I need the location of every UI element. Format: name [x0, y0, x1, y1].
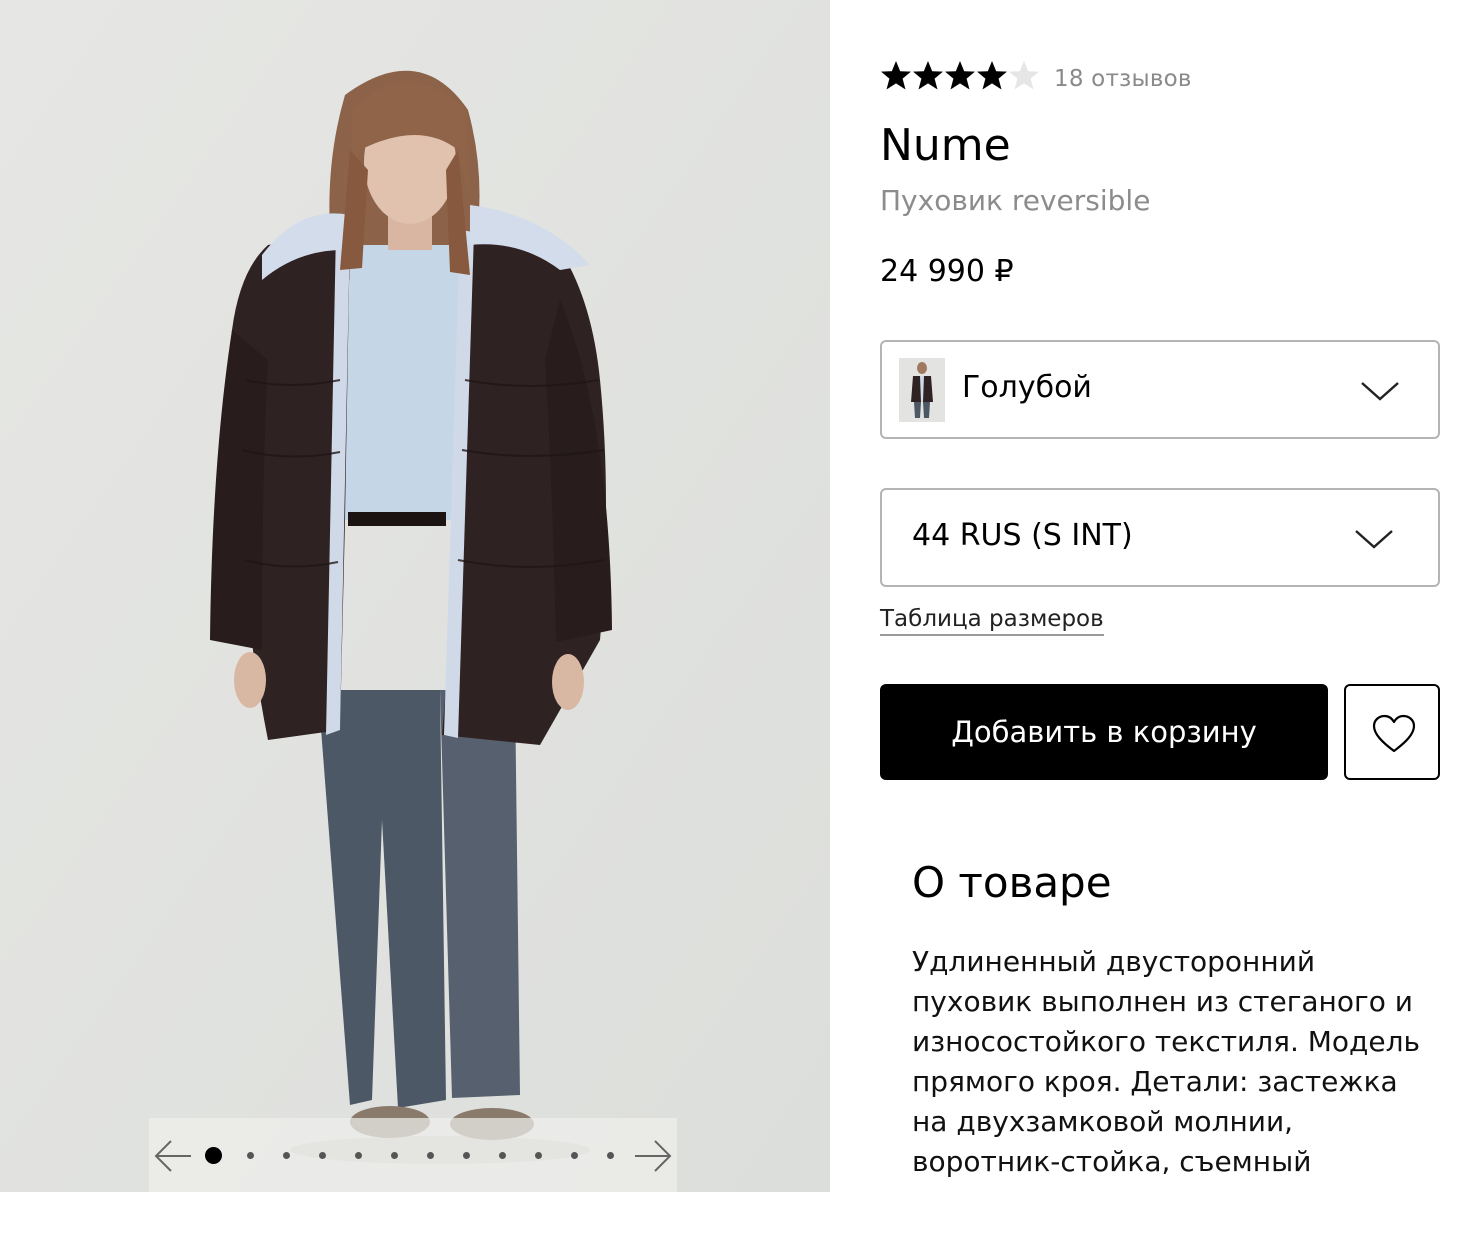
- color-select[interactable]: Голубой: [880, 340, 1440, 439]
- about-section-title: О товаре: [912, 858, 1112, 907]
- gallery-dot[interactable]: [427, 1152, 434, 1159]
- product-rating[interactable]: 18 отзывов: [880, 58, 1300, 98]
- color-select-value: Голубой: [962, 370, 1092, 405]
- gallery-dot-active[interactable]: [205, 1147, 222, 1164]
- product-photo: [0, 0, 830, 1192]
- size-table-link[interactable]: Таблица размеров: [880, 606, 1104, 636]
- star-filled-icon: [977, 61, 1007, 90]
- product-name: Пуховик reversible: [880, 184, 1151, 217]
- chevron-down-icon: [1361, 382, 1399, 401]
- reviews-count[interactable]: 18 отзывов: [1054, 66, 1192, 92]
- gallery-dot[interactable]: [607, 1152, 614, 1159]
- star-empty-icon: [1009, 61, 1039, 90]
- chevron-down-icon: [1355, 530, 1393, 549]
- star-filled-icon: [913, 61, 943, 90]
- heart-icon: [1372, 714, 1416, 753]
- about-description: Удлиненный двусторонний пуховик выполнен…: [912, 945, 1421, 1178]
- size-select-value: 44 RUS (S INT): [912, 518, 1133, 553]
- add-to-cart-button[interactable]: Добавить в корзину: [880, 684, 1328, 780]
- add-to-favorites-button[interactable]: [1344, 684, 1440, 780]
- gallery-dot[interactable]: [535, 1152, 542, 1159]
- gallery-dot[interactable]: [319, 1152, 326, 1159]
- star-filled-icon: [881, 61, 911, 90]
- gallery-dot[interactable]: [499, 1152, 506, 1159]
- arrow-left-icon[interactable]: [153, 1138, 193, 1174]
- gallery-slider: [149, 1118, 677, 1192]
- gallery-dot[interactable]: [355, 1152, 362, 1159]
- gallery-dot[interactable]: [283, 1152, 290, 1159]
- product-gallery: [0, 0, 830, 1192]
- about-section: Удлиненный двусторонний пуховик выполнен…: [912, 942, 1422, 1192]
- color-swatch-thumbnail: [899, 358, 945, 422]
- size-select[interactable]: 44 RUS (S INT): [880, 488, 1440, 587]
- gallery-dot[interactable]: [571, 1152, 578, 1159]
- star-filled-icon: [945, 61, 975, 90]
- gallery-dot[interactable]: [463, 1152, 470, 1159]
- product-brand: Nume: [880, 120, 1011, 171]
- gallery-dot[interactable]: [391, 1152, 398, 1159]
- arrow-right-icon[interactable]: [633, 1138, 673, 1174]
- gallery-dot[interactable]: [247, 1152, 254, 1159]
- product-price: 24 990 ₽: [880, 254, 1014, 289]
